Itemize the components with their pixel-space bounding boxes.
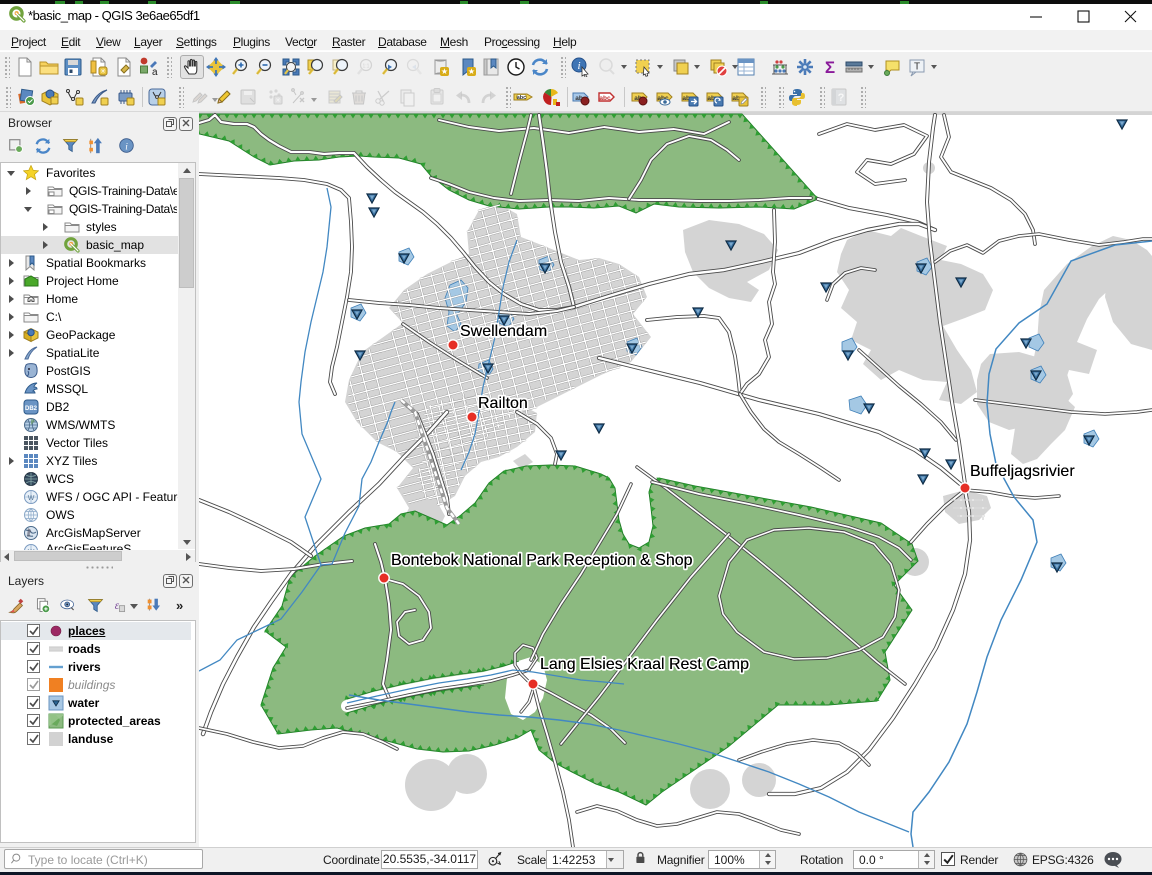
svg-text:W: W [28,495,35,502]
svg-text:?: ? [838,92,845,104]
svg-text:Railton: Railton [478,395,528,412]
svg-text:Buffeljagsrivier: Buffeljagsrivier [970,463,1075,480]
svg-text:Bontebok National Park Recepti: Bontebok National Park Reception & Shop [391,552,693,569]
svg-text:1:1: 1:1 [363,64,370,70]
svg-text:DB2: DB2 [25,406,38,412]
svg-text:Lang Elsies Kraal Rest Camp: Lang Elsies Kraal Rest Camp [540,656,749,673]
svg-text:a: a [152,67,158,77]
svg-text:Σ: Σ [825,58,835,77]
svg-text:T: T [914,62,920,73]
svg-text:Swellendam: Swellendam [460,323,547,340]
svg-text:★: ★ [441,67,448,76]
svg-text:i: i [577,60,580,72]
svg-text:abc: abc [517,95,526,101]
svg-text:✳: ✳ [275,97,281,105]
svg-text:✳: ✳ [100,68,106,76]
svg-text:★: ★ [468,67,475,76]
svg-text:ε: ε [115,600,120,612]
svg-text:i: i [125,142,128,152]
svg-text:abc: abc [599,95,611,102]
